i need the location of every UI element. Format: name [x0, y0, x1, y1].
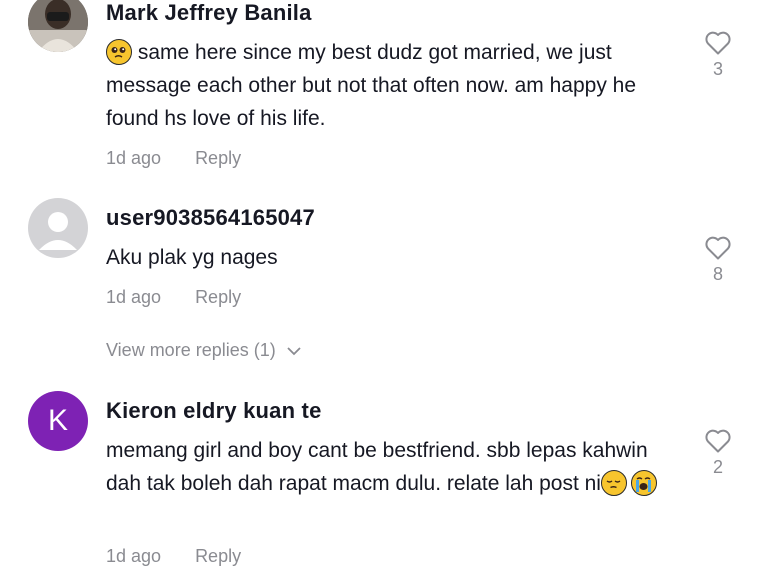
pleading-face-icon	[106, 39, 132, 65]
comment-text: same here since my best dudz got married…	[106, 36, 676, 135]
comment-text-body: same here since my best dudz got married…	[106, 41, 637, 130]
avatar-letter: K	[47, 404, 68, 437]
reply-button[interactable]: Reply	[195, 148, 241, 168]
comment-username[interactable]: Kieron eldry kuan te	[106, 398, 322, 424]
view-more-replies-button[interactable]: View more replies (1)	[106, 340, 302, 361]
loudly-crying-face-icon	[630, 470, 657, 496]
avatar[interactable]	[28, 0, 88, 52]
heart-icon	[705, 31, 731, 55]
like-button[interactable]: 3	[702, 30, 734, 80]
chevron-down-icon	[287, 346, 301, 355]
comment-meta: 1d ago Reply	[106, 148, 241, 169]
comment-time: 1d ago	[106, 287, 162, 307]
like-count: 2	[712, 457, 723, 477]
comment-meta: 1d ago Reply	[106, 546, 241, 567]
like-button[interactable]: 8	[702, 235, 734, 285]
avatar[interactable]: K	[28, 391, 88, 451]
like-count: 8	[712, 264, 723, 284]
avatar[interactable]	[28, 198, 88, 258]
like-button[interactable]: 2	[702, 428, 734, 478]
comment-text-body: memang girl and boy cant be bestfriend. …	[106, 439, 648, 495]
comment-meta: 1d ago Reply	[106, 287, 241, 308]
comment-username[interactable]: Mark Jeffrey Banila	[106, 0, 312, 26]
user-photo-icon	[28, 0, 88, 52]
pensive-face-icon	[600, 470, 627, 496]
comment-time: 1d ago	[106, 148, 162, 168]
comment-time: 1d ago	[106, 546, 162, 566]
heart-icon	[705, 429, 731, 453]
reply-button[interactable]: Reply	[195, 546, 241, 566]
default-avatar-icon	[39, 212, 77, 250]
like-count: 3	[712, 59, 723, 79]
view-more-replies-label: View more replies (1)	[106, 340, 276, 360]
reply-button[interactable]: Reply	[195, 287, 241, 307]
comment-text: Aku plak yg nages	[106, 246, 278, 269]
heart-icon	[705, 236, 731, 260]
comment-text: memang girl and boy cant be bestfriend. …	[106, 434, 676, 500]
comment-username[interactable]: user9038564165047	[106, 205, 315, 231]
